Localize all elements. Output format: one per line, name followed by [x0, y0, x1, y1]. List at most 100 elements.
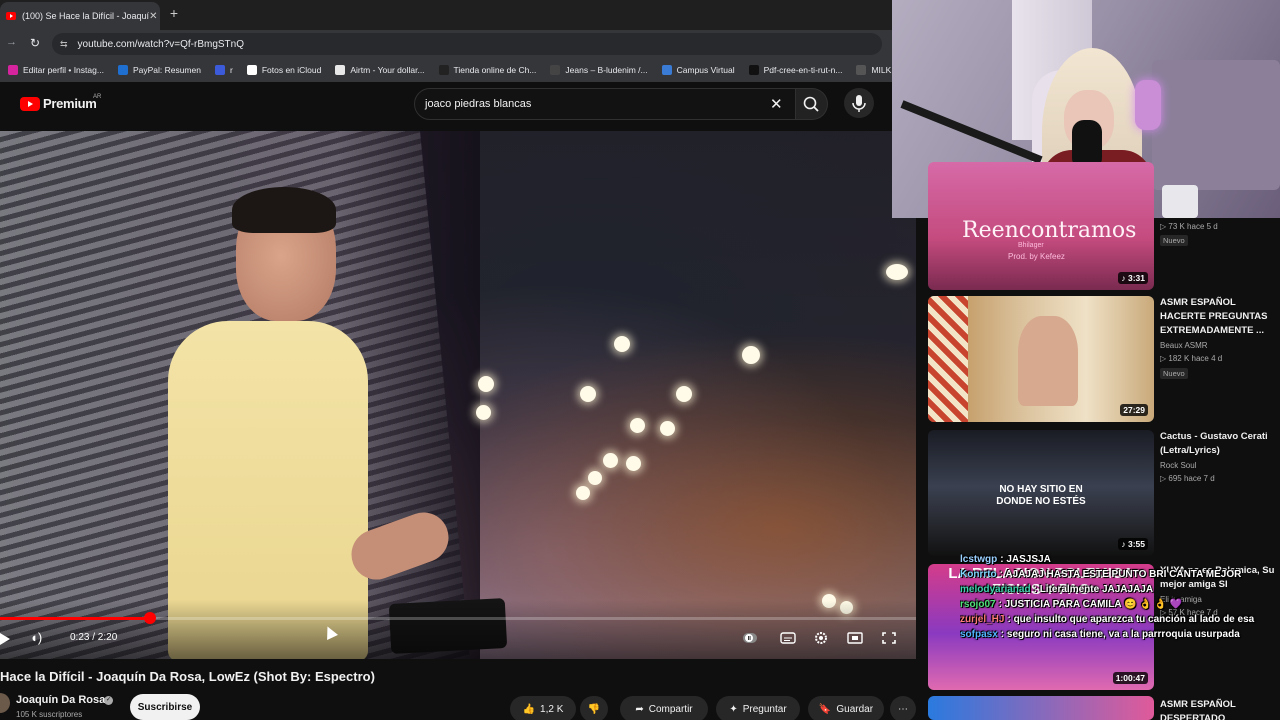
bookmark-item[interactable]: Jeans – B-ludenim /...	[550, 65, 648, 75]
video-title: ASMR ESPAÑOL HACERTE PREGUNTAS EXTREMADA…	[1160, 297, 1268, 336]
street-light	[588, 471, 602, 485]
bookmark-item[interactable]: Pdf-cree-en-ti-rut-n...	[748, 65, 843, 75]
chat-text: : AJAJAJ HASTA ESTE PUNTO BRI CANTA MEJO…	[999, 569, 1242, 580]
like-button[interactable]: 👍 1,2 K	[510, 696, 576, 720]
subtitles-icon[interactable]	[779, 630, 797, 646]
microphone-icon	[852, 95, 866, 112]
video-thumbnail: Reencontramos Bhilager Prod. by Kefeez ♪…	[928, 162, 1154, 290]
autoplay-toggle-icon[interactable]	[741, 630, 759, 646]
chat-username[interactable]: zurjel_HJ	[960, 614, 1004, 625]
bookmark-label: Jeans – B-ludenim /...	[565, 65, 648, 75]
channel-name: Beaux ASMR	[1160, 341, 1208, 350]
video-player[interactable]	[0, 131, 916, 659]
chat-username[interactable]: melodyarianad	[960, 584, 1031, 595]
chat-username[interactable]: rsojo07	[960, 599, 996, 610]
duration-badge: ♪ 3:31	[1118, 272, 1148, 284]
thumbs-down-icon: 👎	[587, 703, 601, 715]
bookmark-label: Airtm - Your dollar...	[350, 65, 425, 75]
logo-text: Premium	[43, 96, 97, 111]
settings-gear-icon[interactable]	[812, 630, 830, 646]
clear-search-icon[interactable]: ✕	[770, 95, 783, 113]
bookmark-favicon-icon	[8, 65, 18, 75]
recommended-video[interactable]: 27:29 ASMR ESPAÑOL HACERTE PREGUNTAS EXT…	[928, 296, 1280, 422]
sparkle-icon: ✦	[729, 703, 738, 715]
chat-message: melodyarianad: Literalmente JAJAJAJA	[960, 582, 1260, 597]
chat-text: : que insulto que aparezca tu canción al…	[1007, 614, 1255, 625]
volume-icon[interactable]: ◖)	[30, 630, 42, 645]
more-actions-button[interactable]: ⋯	[890, 696, 916, 720]
thumbnail-credit-text: Bhilager	[1018, 242, 1044, 249]
duration-badge: 27:29	[1120, 404, 1148, 416]
person-hair	[232, 187, 336, 233]
bookmark-item[interactable]: MILK | Sitio	[856, 65, 892, 75]
street-light	[478, 376, 494, 392]
chat-message: Konrrto: AJAJAJ HASTA ESTE PUNTO BRI CAN…	[960, 567, 1260, 582]
search-input[interactable]: joaco piedras blancas	[414, 88, 796, 120]
bookmark-icon: 🔖	[818, 703, 832, 715]
bookmark-item[interactable]: Campus Virtual	[661, 65, 735, 75]
new-tab-button[interactable]: +	[166, 5, 182, 21]
screen: (100) Se Hace la Difícil - Joaquí ✕ + → …	[0, 0, 1280, 720]
save-label: Guardar	[836, 703, 874, 715]
chat-username[interactable]: sofpasx	[960, 629, 998, 640]
bookmark-label: Tienda online de Ch...	[453, 65, 537, 75]
channel-avatar[interactable]	[0, 693, 10, 713]
bookmark-item[interactable]: Airtm - Your dollar...	[335, 65, 425, 75]
channel-name[interactable]: Joaquín Da Rosa	[16, 694, 105, 706]
bookmark-favicon-icon	[550, 65, 561, 75]
search-button[interactable]	[796, 88, 828, 120]
bookmark-favicon-icon	[214, 65, 225, 75]
subscribe-button[interactable]: Suscribirse	[130, 694, 200, 720]
progress-fill	[0, 617, 151, 620]
video-meta: ▷ 182 K hace 4 d	[1160, 354, 1223, 363]
chat-message: rsojo07: JUSTICIA PARA CAMILA 😊 👌 👌 💜	[960, 597, 1260, 612]
webcam-bed	[1152, 60, 1280, 190]
youtube-logo[interactable]: Premium	[20, 96, 97, 111]
chat-username[interactable]: Konrrto	[960, 569, 997, 580]
bookmark-favicon-icon	[661, 65, 672, 75]
video-title: Cactus - Gustavo Cerati (Letra/Lyrics)	[1160, 431, 1268, 456]
logo-region: AR	[93, 94, 102, 100]
street-light	[630, 418, 645, 433]
chat-message: sofpasx: seguro ni casa tiene, va a la p…	[960, 627, 1260, 642]
street-light	[580, 386, 596, 402]
address-bar[interactable]: ⇆ youtube.com/watch?v=Qf-rBmgSTnQ	[52, 33, 882, 55]
recommended-video[interactable]: NO HAY SITIO EN DONDE NO ESTÉS ♪ 3:55 Ca…	[928, 430, 1280, 556]
theater-mode-icon[interactable]	[846, 630, 864, 646]
chat-text: : seguro ni casa tiene, va a la parrroqu…	[1000, 629, 1240, 640]
bookmark-label: Editar perfil • Instag...	[23, 65, 104, 75]
recommended-video[interactable]: Reencontramos Bhilager Prod. by Kefeez ♪…	[928, 162, 1280, 292]
dislike-button[interactable]: 👎	[580, 696, 608, 720]
bookmark-item[interactable]: r	[214, 65, 233, 75]
play-icon[interactable]	[0, 633, 10, 645]
thumbs-up-icon: 👍	[522, 703, 536, 715]
bookmark-favicon-icon	[335, 65, 346, 75]
forward-icon[interactable]: →	[6, 36, 17, 48]
street-light	[603, 453, 618, 468]
browser-tab[interactable]: (100) Se Hace la Difícil - Joaquí ✕	[0, 2, 160, 30]
share-button[interactable]: ➦ Compartir	[620, 696, 708, 720]
site-info-icon[interactable]: ⇆	[60, 39, 68, 50]
subscriber-count: 105 K suscriptores	[16, 710, 83, 719]
street-light	[614, 336, 630, 352]
bookmark-item[interactable]: Editar perfil • Instag...	[8, 65, 104, 75]
bookmark-item[interactable]: PayPal: Resumen	[117, 65, 201, 75]
bookmark-item[interactable]: Fotos en iCloud	[246, 65, 321, 75]
chat-username[interactable]: lcstwgp	[960, 554, 997, 565]
thumbnail-producer-text: Prod. by Kefeez	[1008, 252, 1065, 261]
street-light	[886, 264, 908, 280]
tab-close-icon[interactable]: ✕	[149, 11, 157, 22]
search-query: joaco piedras blancas	[425, 98, 532, 110]
voice-search-button[interactable]	[844, 88, 874, 118]
chat-text: : JASJSJA	[1000, 554, 1051, 565]
fullscreen-icon[interactable]	[880, 630, 898, 646]
reload-icon[interactable]: ↻	[30, 36, 40, 50]
channel-name: Rock Soul	[1160, 461, 1197, 470]
save-button[interactable]: 🔖 Guardar	[808, 696, 884, 720]
ask-button[interactable]: ✦ Preguntar	[716, 696, 800, 720]
like-count: 1,2 K	[540, 703, 564, 715]
thumbnail-pattern	[928, 296, 968, 422]
bookmark-label: Pdf-cree-en-ti-rut-n...	[763, 65, 843, 75]
bookmark-item[interactable]: Tienda online de Ch...	[438, 65, 537, 75]
bookmark-favicon-icon	[438, 65, 449, 75]
